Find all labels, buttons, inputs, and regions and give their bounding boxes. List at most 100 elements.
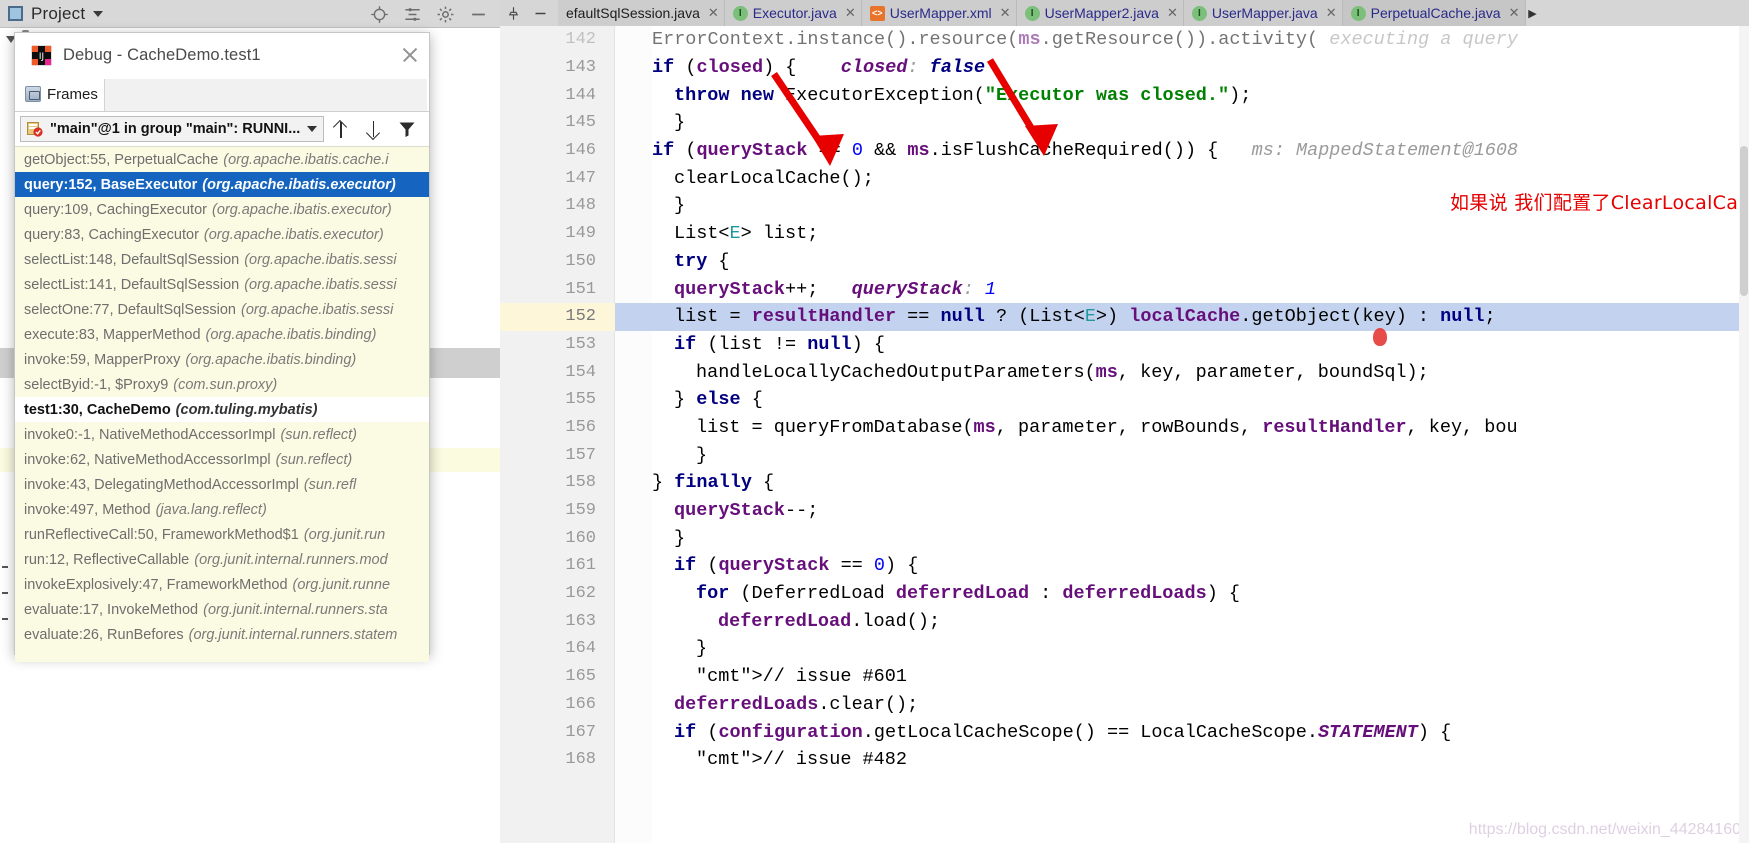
frame-list-item[interactable]: getObject:55, PerpetualCache (org.apache.… xyxy=(15,147,429,172)
frame-list-item[interactable]: evaluate:17, InvokeMethod (org.junit.inte… xyxy=(15,597,429,622)
code-line-text: handleLocallyCachedOutputParameters(ms, … xyxy=(696,361,1429,383)
code-line[interactable]: 167 if (configuration.getLocalCacheScope(… xyxy=(500,718,1749,746)
code-line-text: if (queryStack == 0) { xyxy=(674,555,919,577)
code-line[interactable]: 166 deferredLoads.clear(); xyxy=(500,691,1749,719)
code-line-text: queryStack++; queryStack: 1 xyxy=(674,278,997,300)
frame-list-item[interactable]: selectList:148, DefaultSqlSession (org.ap… xyxy=(15,247,429,272)
frames-list[interactable]: getObject:55, PerpetualCache (org.apache.… xyxy=(15,146,429,662)
frame-list-item[interactable]: invoke:43, DelegatingMethodAccessorImpl(… xyxy=(15,472,429,497)
frame-method: run:12, ReflectiveCallable xyxy=(24,551,190,568)
debug-dialog-titlebar: IJ Debug - CacheDemo.test1 xyxy=(15,33,429,77)
filter-button[interactable] xyxy=(390,114,423,144)
frame-list-item[interactable]: invokeExplosively:47, FrameworkMethod (or… xyxy=(15,572,429,597)
line-number: 149 xyxy=(565,224,596,244)
editor-tab[interactable]: I PerpetualCache.java ✕ xyxy=(1342,0,1526,26)
code-line[interactable]: 163 deferredLoad.load(); xyxy=(500,607,1749,635)
code-line[interactable]: 159 queryStack--; xyxy=(500,497,1749,525)
frame-list-item[interactable]: invoke0:-1, NativeMethodAccessorImpl (sun… xyxy=(15,422,429,447)
close-icon[interactable]: ✕ xyxy=(1509,5,1520,21)
close-icon[interactable]: ✕ xyxy=(708,5,719,21)
frame-list-item[interactable]: selectByid:-1, $Proxy9 (com.sun.proxy) xyxy=(15,372,429,397)
pin-icon[interactable] xyxy=(506,6,521,21)
code-line[interactable]: 157} xyxy=(500,441,1749,469)
frame-list-item[interactable]: invoke:59, MapperProxy (org.apache.ibatis… xyxy=(15,347,429,372)
editor-tab[interactable]: efaultSqlSession.java ✕ xyxy=(558,0,725,26)
code-line-text: } xyxy=(696,638,708,660)
scrollbar-thumb[interactable] xyxy=(1740,146,1748,296)
code-line[interactable]: 151 queryStack++; queryStack: 1 xyxy=(500,275,1749,303)
code-line[interactable]: 144 throw new ExecutorException("Executor… xyxy=(500,81,1749,109)
chevron-down-icon[interactable] xyxy=(93,10,104,17)
code-line[interactable]: 165 "cmt">// issue #601 xyxy=(500,663,1749,691)
close-icon[interactable]: ✕ xyxy=(845,5,856,21)
frame-list-item[interactable]: invoke:497, Method (java.lang.reflect) xyxy=(15,497,429,522)
frame-package: (org.apache.ibatis.sessi xyxy=(244,276,397,293)
close-icon[interactable]: ✕ xyxy=(1326,5,1337,21)
frame-list-item[interactable]: execute:83, MapperMethod (org.apache.ibat… xyxy=(15,322,429,347)
code-line[interactable]: 146 if (queryStack == 0 && ms.isFlushCach… xyxy=(500,137,1749,165)
tree-marker xyxy=(2,618,8,620)
code-line-text: for (DeferredLoad deferredLoad : deferre… xyxy=(696,583,1241,605)
frame-list-item[interactable]: evaluate:26, RunBefores (org.junit.intern… xyxy=(15,622,429,647)
frame-list-item[interactable]: test1:30, CacheDemo (com.tuling.mybatis) xyxy=(15,397,429,422)
frame-package: (org.junit.internal.runners.mod xyxy=(194,551,388,568)
frame-list-item[interactable]: selectOne:77, DefaultSqlSession (org.apac… xyxy=(15,297,429,322)
frame-list-item[interactable]: invoke:62, NativeMethodAccessorImpl (sun.… xyxy=(15,447,429,472)
code-line[interactable]: 145} xyxy=(500,109,1749,137)
debug-dialog-title: Debug - CacheDemo.test1 xyxy=(63,45,261,64)
tab-frames[interactable]: Frames xyxy=(15,77,104,111)
code-line[interactable]: 162 for (DeferredLoad deferredLoad : defe… xyxy=(500,580,1749,608)
frame-method: selectList:148, DefaultSqlSession xyxy=(24,251,240,268)
target-icon[interactable] xyxy=(370,5,389,24)
code-editor[interactable]: 142 ErrorContext.instance().resource(ms.g… xyxy=(500,26,1749,843)
code-line[interactable]: 164} xyxy=(500,635,1749,663)
thread-selector[interactable]: "main"@1 in group "main": RUNNI... xyxy=(20,116,325,142)
code-line[interactable]: 149 List<E> list; xyxy=(500,220,1749,248)
hide-window-icon[interactable] xyxy=(533,6,548,21)
editor-tab[interactable]: I UserMapper2.java ✕ xyxy=(1016,0,1184,26)
svg-text:IJ: IJ xyxy=(39,52,44,62)
frame-method: getObject:55, PerpetualCache xyxy=(24,151,219,168)
code-line-text: if (list != null) { xyxy=(674,333,885,355)
code-line[interactable]: 150 try { xyxy=(500,248,1749,276)
code-line[interactable]: 161 if (queryStack == 0) { xyxy=(500,552,1749,580)
line-number: 166 xyxy=(565,694,596,714)
code-line[interactable]: 154 handleLocallyCachedOutputParameters(m… xyxy=(500,358,1749,386)
close-icon[interactable]: ✕ xyxy=(1167,5,1178,21)
collapse-all-icon[interactable] xyxy=(403,5,422,24)
code-line[interactable]: 168 "cmt">// issue #482 xyxy=(500,746,1749,774)
code-line[interactable]: 143 if (closed) { closed: false xyxy=(500,54,1749,82)
code-line-text: if (queryStack == 0 && ms.isFlushCacheRe… xyxy=(652,140,1519,162)
code-line[interactable]: 155} else { xyxy=(500,386,1749,414)
editor-tab[interactable]: I UserMapper.java ✕ xyxy=(1183,0,1343,26)
close-icon[interactable]: ✕ xyxy=(1000,5,1011,21)
code-line[interactable]: 160} xyxy=(500,524,1749,552)
move-up-button[interactable] xyxy=(324,114,357,144)
editor-tab[interactable]: I Executor.java ✕ xyxy=(724,0,862,26)
editor-tab[interactable]: <> UserMapper.xml ✕ xyxy=(861,0,1017,26)
code-line[interactable]: 158} finally { xyxy=(500,469,1749,497)
frame-method: invoke:62, NativeMethodAccessorImpl xyxy=(24,451,271,468)
frame-list-item[interactable]: run:12, ReflectiveCallable (org.junit.int… xyxy=(15,547,429,572)
tab-scroll-right-button[interactable]: ▶ xyxy=(1526,0,1540,26)
arrow-down-icon xyxy=(366,120,381,139)
thread-running-icon xyxy=(27,122,43,137)
frame-list-item[interactable]: query:83, CachingExecutor (org.apache.iba… xyxy=(15,222,429,247)
frame-list-item[interactable]: query:109, CachingExecutor (org.apache.ib… xyxy=(15,197,429,222)
frame-list-item[interactable]: query:152, BaseExecutor (org.apache.ibati… xyxy=(15,172,429,197)
chevron-down-icon[interactable] xyxy=(307,126,318,132)
frame-package: (org.junit.internal.runners.statem xyxy=(188,626,398,643)
code-line[interactable]: 153 if (list != null) { xyxy=(500,331,1749,359)
code-line[interactable]: 156 list = queryFromDatabase(ms, paramete… xyxy=(500,414,1749,442)
frame-list-item[interactable]: runReflectiveCall:50, FrameworkMethod$1(… xyxy=(15,522,429,547)
gear-icon[interactable] xyxy=(436,5,455,24)
hide-window-icon[interactable] xyxy=(469,5,488,24)
editor-tab-label: UserMapper.java xyxy=(1211,5,1318,21)
code-line[interactable]: 142 ErrorContext.instance().resource(ms.g… xyxy=(500,26,1749,54)
editor-scrollbar[interactable] xyxy=(1739,26,1749,843)
frame-list-item[interactable]: selectList:141, DefaultSqlSession (org.ap… xyxy=(15,272,429,297)
code-line[interactable]: 152 list = resultHandler == null ? (List<… xyxy=(500,302,1749,331)
move-down-button[interactable] xyxy=(357,114,390,144)
close-icon[interactable] xyxy=(399,44,421,66)
code-lines[interactable]: 142 ErrorContext.instance().resource(ms.g… xyxy=(500,26,1749,843)
